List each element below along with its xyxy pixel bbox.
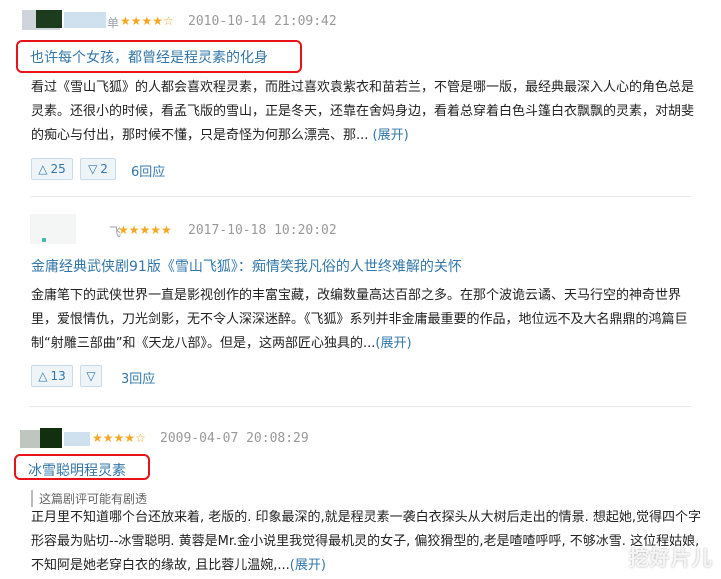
avatar[interactable] [20,430,40,448]
body-line: 不知阿是她老穿白衣的缘故, 且比蓉儿温婉,...(展开) [31,554,701,578]
expand-link[interactable]: (展开) [373,128,409,143]
review-title[interactable]: 也许每个女孩，都曾经是程灵素的化身 [30,47,268,67]
username-blur[interactable] [64,12,106,28]
review-body: 看过《雪山飞狐》的人都会喜欢程灵素，而胜过喜欢袁紫衣和苗若兰，不管是哪一版，最经… [31,76,694,148]
replies-link[interactable]: 3回应 [121,368,155,387]
triangle-down-icon: ▽ [86,369,96,383]
rating-stars: ★★★★☆ [92,431,146,445]
review-card: 飞 ★★★★★ 2017-10-18 10:20:02 金庸经典武侠剧91版《雪… [0,200,721,410]
review-body: 正月里不知道哪个台还放来着, 老版的. 印象最深的,就是程灵素一袭白衣探头从大树… [31,506,701,578]
review-time: 2017-10-18 10:20:02 [188,223,337,238]
body-line: 形容最为贴切--冰雪聪明. 黄蓉是Mr.金小说里我觉得最机灵的女子, 偏狡猾型的… [31,534,700,549]
triangle-up-icon: △ [38,369,48,383]
downvote-button[interactable]: ▽ [80,365,102,387]
body-line: 看过《雪山飞狐》的人都会喜欢程灵素，而胜过喜欢袁紫衣和苗若兰，不管是哪一版，最经… [31,80,695,95]
divider [30,406,691,407]
avatar[interactable] [30,214,76,244]
downvote-button[interactable]: ▽ 2 [80,158,116,180]
replies-link[interactable]: 6回应 [131,161,165,180]
username[interactable]: 单 [107,14,119,31]
body-line-text: 的痴心与付出，那时候不懂，只是奇怪为何那么漂亮、那... [31,128,369,143]
rating-stars: ★★★★★ [118,223,172,237]
body-line: 金庸笔下的武侠世界一直是影视创作的丰富宝藏，改编数量高达百部之多。在那个波诡云谲… [31,288,682,303]
body-line: 制“射雕三部曲”和《天龙八部》。但是，这两部匠心独具的...(展开) [31,332,688,356]
review-title[interactable]: 冰雪聪明程灵素 [28,460,126,480]
expand-link[interactable]: (展开) [290,558,326,573]
review-title[interactable]: 金庸经典武侠剧91版《雪山飞狐》：痴情笑我凡俗的人世终难解的关怀 [31,256,462,276]
review-body: 金庸笔下的武侠世界一直是影视创作的丰富宝藏，改编数量高达百部之多。在那个波诡云谲… [31,284,688,356]
body-line-text: 制“射雕三部曲”和《天龙八部》。但是，这两部匠心独具的... [31,336,376,351]
review-card: ★★★★☆ 2009-04-07 20:08:29 冰雪聪明程灵素 这篇剧评可能… [0,410,721,579]
divider [30,196,691,197]
username-blur[interactable] [64,432,90,446]
triangle-down-icon: ▽ [88,162,98,176]
review-time: 2010-10-14 21:09:42 [188,14,337,29]
upvote-button[interactable]: △ 13 [31,365,73,387]
review-card: 单 ★★★★☆ 2010-10-14 21:09:42 也许每个女孩，都曾经是程… [0,0,721,200]
body-line-text: 不知阿是她老穿白衣的缘故, 且比蓉儿温婉,... [31,558,290,573]
avatar [40,428,62,448]
avatar-mark [42,238,46,242]
body-line: 里，爱恨情仇，刀光剑影，无不令人深深迷醉。《飞狐》系列并非金庸最重要的作品，地位… [31,312,688,327]
triangle-up-icon: △ [38,162,48,176]
body-line: 的痴心与付出，那时候不懂，只是奇怪为何那么漂亮、那... (展开) [31,124,694,148]
expand-link[interactable]: (展开) [375,336,411,351]
body-line: 正月里不知道哪个台还放来着, 老版的. 印象最深的,就是程灵素一袭白衣探头从大树… [31,510,702,525]
body-line: 灵素。还很小的时候，看孟飞版的雪山，正是冬天，还靠在舍妈身边，看着总穿着白色斗篷… [31,104,695,119]
avatar [36,10,62,28]
downvote-count: 2 [100,162,108,176]
spoiler-warning: 这篇剧评可能有剧透 [31,490,147,507]
upvote-count: 13 [50,369,66,383]
upvote-button[interactable]: △ 25 [31,158,73,180]
review-time: 2009-04-07 20:08:29 [160,431,309,446]
rating-stars: ★★★★☆ [120,14,174,28]
upvote-count: 25 [50,162,66,176]
watermark: 挖好片儿 [629,546,713,570]
